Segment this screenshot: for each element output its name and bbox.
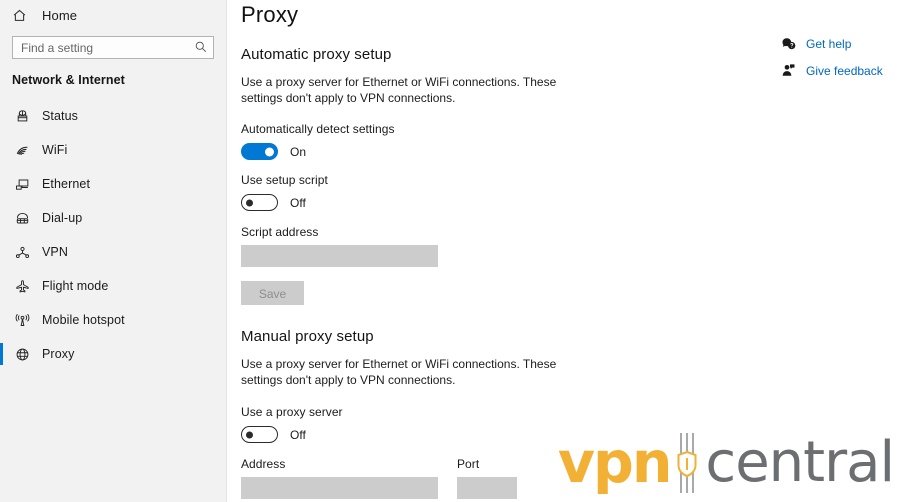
sidebar-item-home-label: Home [42,7,78,23]
sidebar-item-vpn-label: VPN [42,245,69,259]
mobile-hotspot-icon [12,311,32,329]
sidebar-nav-list: Status WiFi Ethernet Dial-up VPN Flight … [0,99,226,371]
settings-window: Home Network & Internet [0,0,902,502]
get-help-icon [780,36,796,52]
auto-detect-label: Automatically detect settings [241,122,395,136]
sidebar-item-mobile-hotspot[interactable]: Mobile hotspot [0,303,226,337]
script-address-group: Script address [241,225,902,267]
use-proxy-toggle-row: Off [241,426,902,443]
sidebar-item-dial-up-label: Dial-up [42,211,83,225]
give-feedback-link[interactable]: Give feedback [780,60,888,81]
dialup-icon [12,209,32,227]
manual-proxy-description: Use a proxy server for Ethernet or WiFi … [241,357,557,387]
script-address-label: Script address [241,225,319,239]
main-content: Proxy Automatic proxy setup Use a proxy … [227,0,902,502]
toggle-knob [265,147,274,156]
globe-icon [12,345,32,363]
airplane-icon [12,277,32,295]
sidebar-item-status-label: Status [42,109,79,123]
setup-script-toggle-row: Off [241,194,902,211]
sidebar-item-wifi[interactable]: WiFi [0,133,226,167]
sidebar-item-proxy-label: Proxy [42,347,75,361]
sidebar-item-mobile-hotspot-label: Mobile hotspot [42,313,125,327]
use-proxy-state: Off [290,427,306,442]
address-port-row: Address Port [241,457,902,499]
sidebar-item-vpn[interactable]: VPN [0,235,226,269]
auto-detect-toggle-row: On [241,143,902,160]
setup-script-state: Off [290,195,306,210]
search-container [12,36,214,59]
status-icon [12,107,32,125]
save-button[interactable]: Save [241,281,304,305]
sidebar: Home Network & Internet [0,0,227,502]
sidebar-category-title: Network & Internet [12,73,125,87]
toggle-knob [246,199,253,206]
give-feedback-icon [780,63,796,79]
ethernet-icon [12,175,32,193]
setup-script-label: Use setup script [241,173,328,187]
sidebar-item-ethernet-label: Ethernet [42,177,91,191]
search-input[interactable] [12,36,214,59]
sidebar-item-ethernet[interactable]: Ethernet [0,167,226,201]
automatic-proxy-description: Use a proxy server for Ethernet or WiFi … [241,75,557,105]
script-address-input[interactable] [241,245,438,267]
page-title: Proxy [241,2,299,27]
auto-detect-toggle[interactable] [241,143,278,160]
toggle-knob [246,431,253,438]
auto-detect-state: On [290,144,307,159]
sidebar-item-proxy[interactable]: Proxy [0,337,226,371]
sidebar-item-flight-mode[interactable]: Flight mode [0,269,226,303]
sidebar-item-flight-mode-label: Flight mode [42,279,109,293]
setup-script-group: Use setup script Off [241,173,902,211]
port-input[interactable] [457,477,517,499]
vpn-icon [12,243,32,261]
wifi-icon [12,141,32,159]
use-proxy-toggle[interactable] [241,426,278,443]
sidebar-item-wifi-label: WiFi [42,143,68,157]
setup-script-toggle[interactable] [241,194,278,211]
port-label: Port [457,457,480,471]
home-icon [12,8,34,23]
sidebar-item-dial-up[interactable]: Dial-up [0,201,226,235]
address-label: Address [241,457,286,471]
address-input[interactable] [241,477,438,499]
address-group: Address [241,457,438,499]
get-help-link[interactable]: Get help [780,33,888,54]
give-feedback-label: Give feedback [806,63,883,78]
use-proxy-group: Use a proxy server Off [241,405,902,443]
get-help-label: Get help [806,36,852,51]
auto-detect-group: Automatically detect settings On [241,122,902,160]
sidebar-item-home[interactable]: Home [0,0,226,30]
use-proxy-label: Use a proxy server [241,405,343,419]
port-group: Port [457,457,517,499]
help-panel: Get help Give feedback [780,33,888,87]
manual-proxy-heading: Manual proxy setup [241,328,374,345]
sidebar-item-status[interactable]: Status [0,99,226,133]
